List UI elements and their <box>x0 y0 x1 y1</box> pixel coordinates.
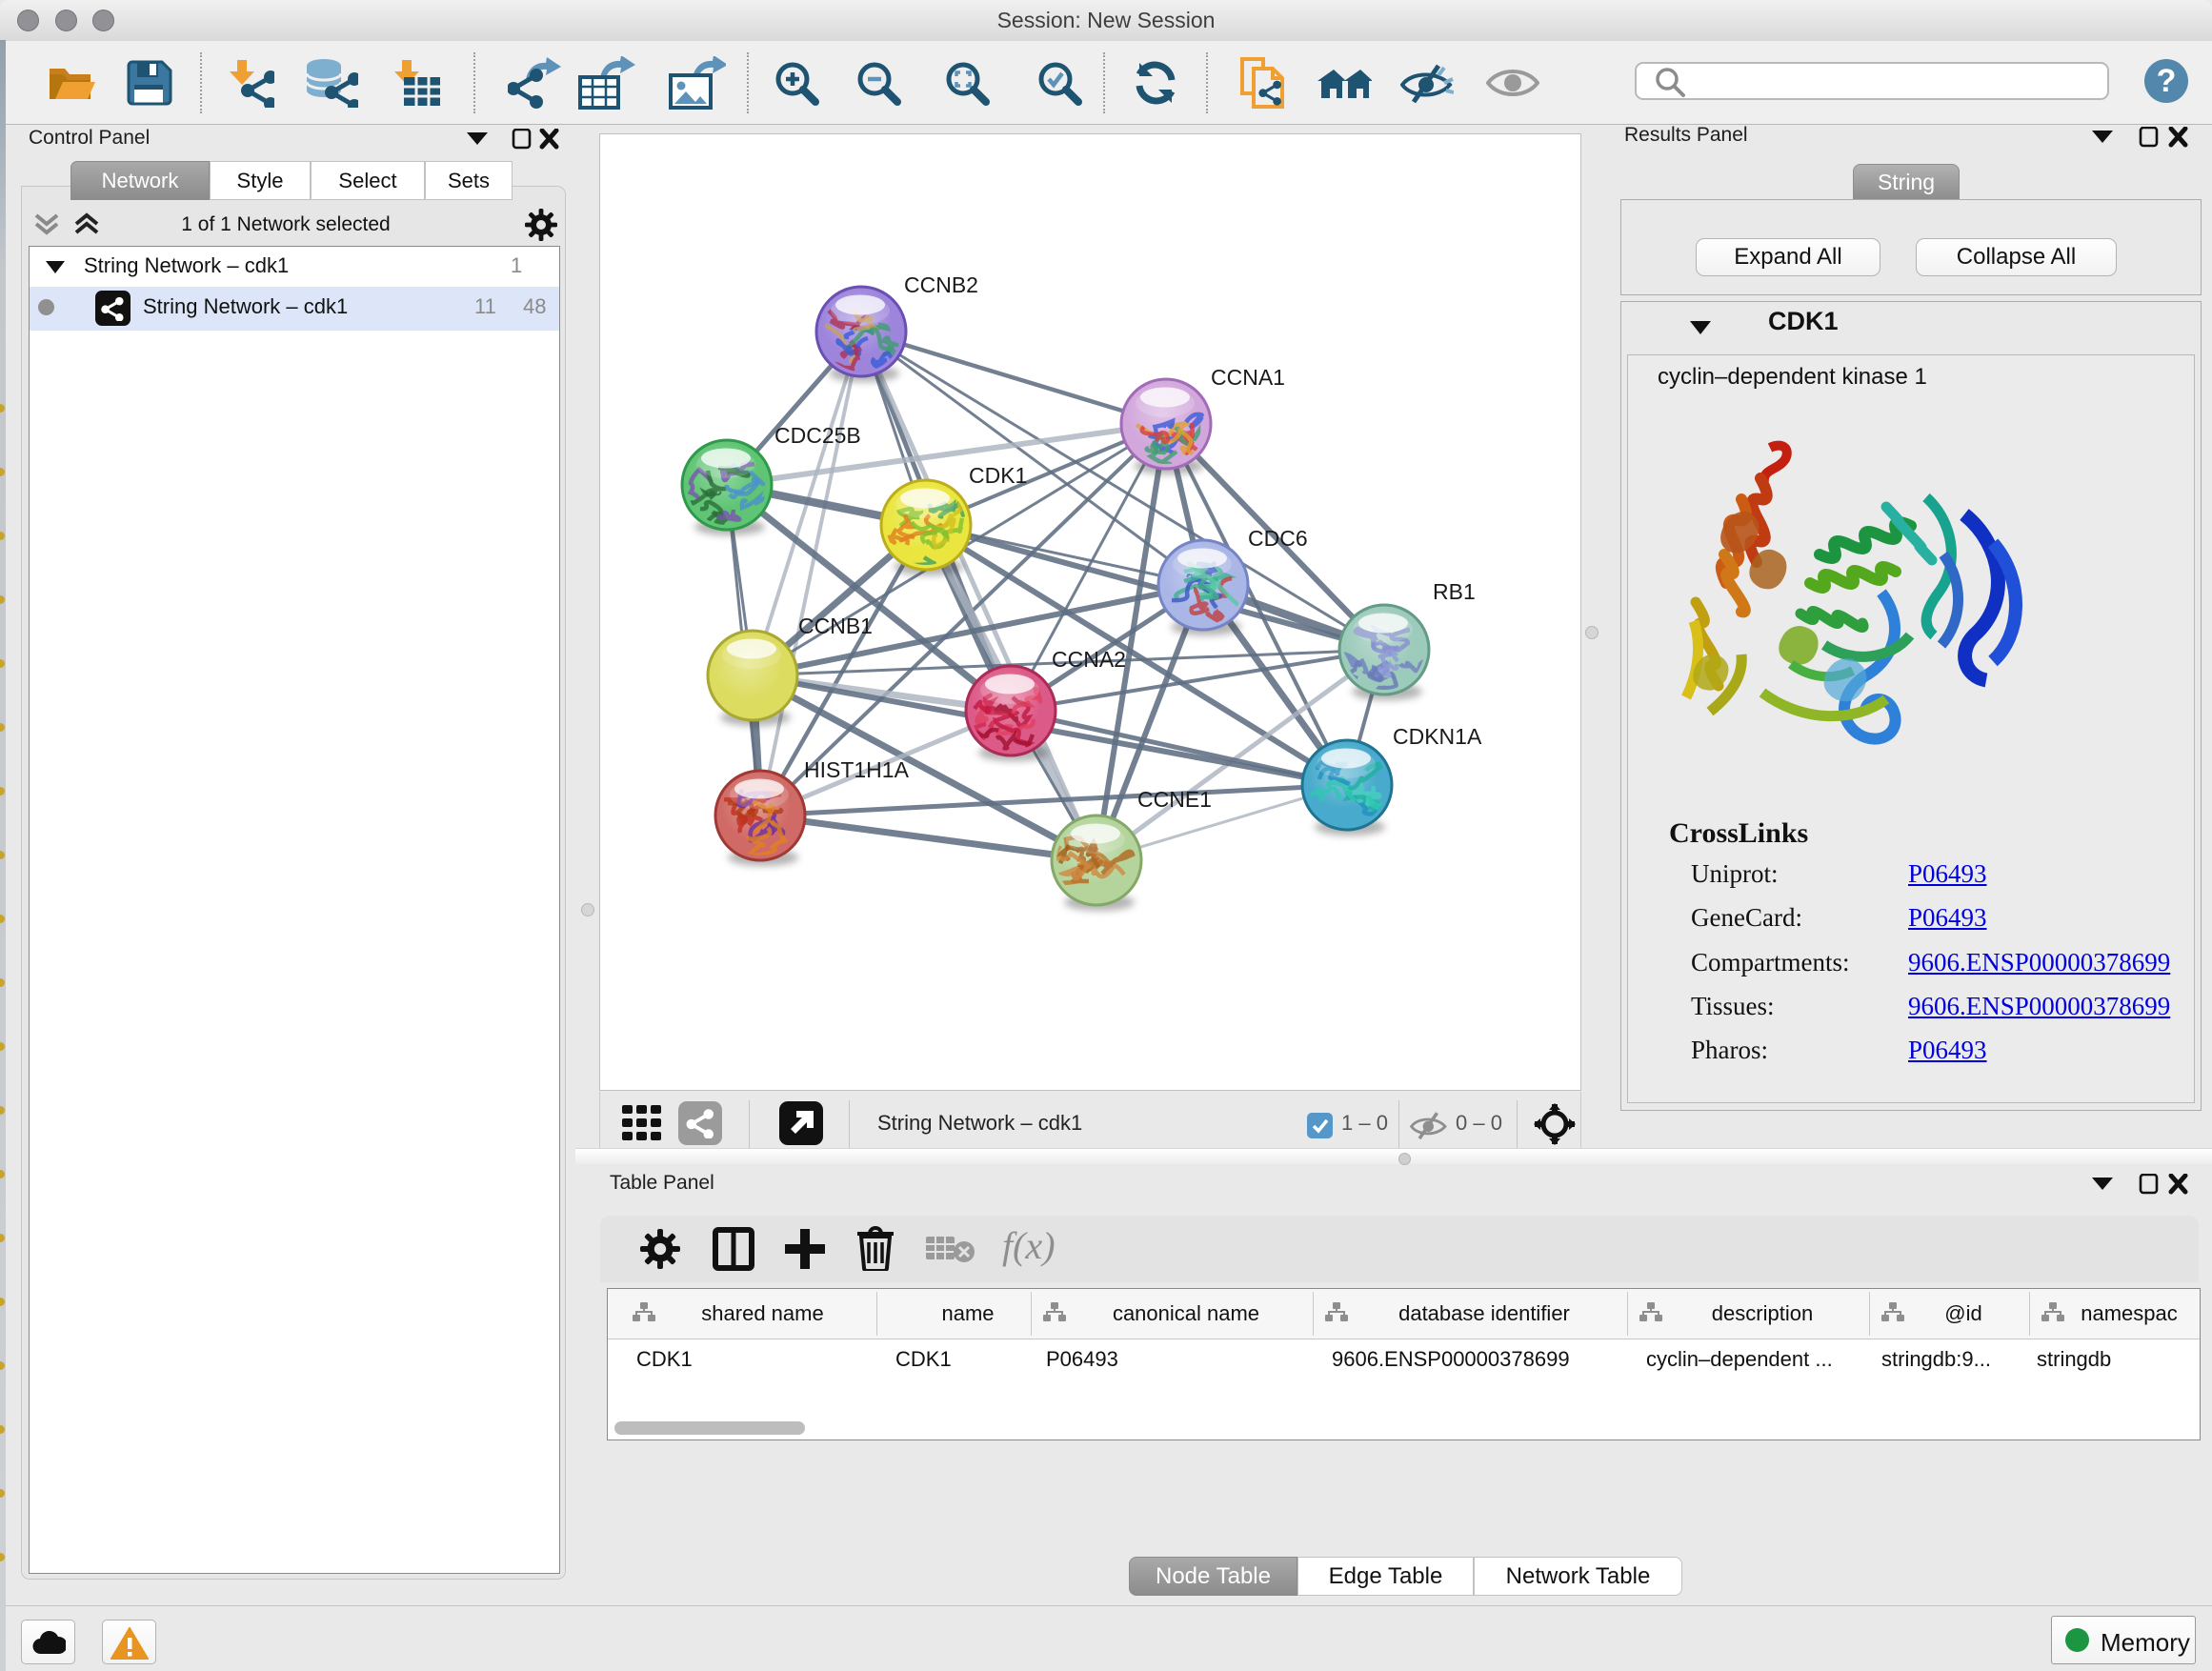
svg-text:CCNE1: CCNE1 <box>1137 787 1212 812</box>
svg-text:HIST1H1A: HIST1H1A <box>804 757 910 782</box>
svg-text:CDKN1A: CDKN1A <box>1393 724 1482 749</box>
svg-text:CDC6: CDC6 <box>1248 526 1308 551</box>
svg-text:CDK1: CDK1 <box>969 463 1027 488</box>
svg-text:CCNA2: CCNA2 <box>1052 647 1126 672</box>
svg-text:CCNA1: CCNA1 <box>1211 365 1285 390</box>
svg-text:CCNB1: CCNB1 <box>798 614 873 638</box>
svg-text:CDC25B: CDC25B <box>774 423 861 448</box>
svg-text:CCNB2: CCNB2 <box>904 272 978 297</box>
svg-text:RB1: RB1 <box>1433 579 1476 604</box>
